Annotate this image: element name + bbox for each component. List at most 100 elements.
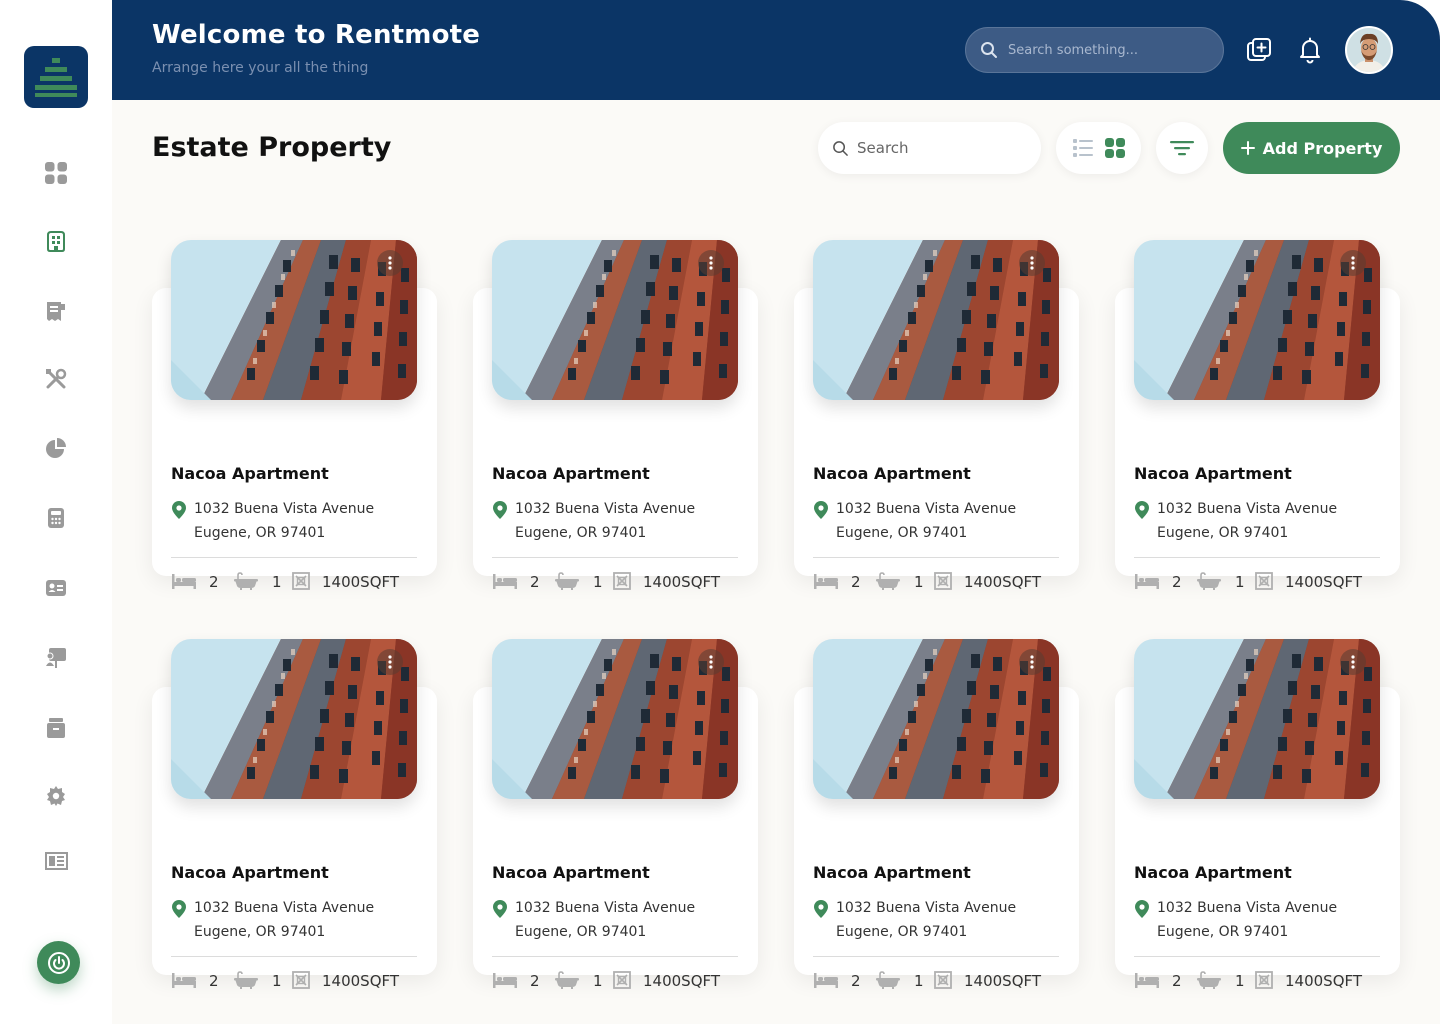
presentation-icon [46, 648, 66, 668]
property-address-line1: 1032 Buena Vista Avenue [515, 900, 696, 916]
grid-view-button[interactable] [1104, 137, 1126, 159]
card-menu-button[interactable] [1340, 649, 1366, 675]
property-features: 2 1 1400SQFT [813, 971, 1059, 991]
bed-icon [171, 572, 197, 594]
settings-icon [47, 786, 65, 806]
property-name: Nacoa Apartment [813, 863, 971, 882]
bed-count: 2 [530, 573, 540, 591]
property-address-line1: 1032 Buena Vista Avenue [515, 501, 696, 517]
property-name: Nacoa Apartment [813, 464, 971, 483]
bath-icon [1196, 971, 1222, 993]
sidebar-item-maintenance[interactable] [40, 363, 72, 395]
pie-chart-icon [46, 438, 66, 458]
property-features: 2 1 1400SQFT [1134, 572, 1380, 592]
property-name: Nacoa Apartment [1134, 464, 1292, 483]
sidebar-item-receipts[interactable] [40, 295, 72, 327]
global-search-input[interactable] [1008, 42, 1208, 58]
logo-pyramid-icon [35, 58, 77, 97]
property-card[interactable]: Nacoa Apartment 1032 Buena Vista Avenue … [152, 639, 437, 990]
id-card-icon [46, 580, 66, 596]
card-menu-button[interactable] [698, 649, 724, 675]
property-search[interactable] [818, 122, 1041, 174]
card-menu-button[interactable] [698, 250, 724, 276]
bath-count: 1 [272, 573, 282, 591]
property-features: 2 1 1400SQFT [813, 572, 1059, 592]
sidebar-item-settings[interactable] [40, 780, 72, 812]
add-new-button[interactable] [1243, 34, 1275, 66]
card-divider [1134, 557, 1380, 558]
property-card[interactable]: Nacoa Apartment 1032 Buena Vista Avenue … [794, 639, 1079, 990]
property-card[interactable]: Nacoa Apartment 1032 Buena Vista Avenue … [794, 240, 1079, 591]
property-card[interactable]: Nacoa Apartment 1032 Buena Vista Avenue … [152, 240, 437, 591]
sidebar-item-documents[interactable] [40, 712, 72, 744]
bed-icon [171, 971, 197, 993]
bath-icon [1196, 572, 1222, 594]
area-icon [612, 572, 632, 594]
global-search[interactable] [965, 27, 1224, 73]
property-features: 2 1 1400SQFT [171, 572, 417, 592]
card-menu-button[interactable] [377, 649, 403, 675]
sidebar-item-presentation[interactable] [40, 642, 72, 674]
notifications-button[interactable] [1294, 34, 1326, 66]
more-vertical-icon [709, 655, 713, 669]
folder-icon [47, 718, 65, 738]
location-pin-icon [492, 899, 508, 923]
property-card[interactable]: Nacoa Apartment 1032 Buena Vista Avenue … [1115, 240, 1400, 591]
sidebar-item-dashboard[interactable] [40, 157, 72, 189]
property-card[interactable]: Nacoa Apartment 1032 Buena Vista Avenue … [473, 639, 758, 990]
sidebar-item-contacts[interactable] [40, 572, 72, 604]
grid-view-icon [1104, 138, 1125, 158]
property-name: Nacoa Apartment [171, 464, 329, 483]
sidebar-item-news[interactable] [40, 845, 72, 877]
main-content: Estate Property Search Add Property Naco… [112, 100, 1440, 1024]
filter-button[interactable] [1156, 122, 1208, 174]
property-address-line2: Eugene, OR 97401 [515, 924, 647, 940]
area-icon [612, 971, 632, 993]
user-portrait-icon [1347, 28, 1391, 72]
property-name: Nacoa Apartment [171, 863, 329, 882]
bed-icon [813, 971, 839, 993]
sidebar-item-calculator[interactable] [40, 502, 72, 534]
property-card[interactable]: Nacoa Apartment 1032 Buena Vista Avenue … [473, 240, 758, 591]
more-vertical-icon [388, 256, 392, 270]
location-pin-icon [1134, 899, 1150, 923]
bed-count: 2 [209, 573, 219, 591]
property-features: 2 1 1400SQFT [492, 971, 738, 991]
app-logo[interactable] [24, 46, 88, 108]
user-avatar[interactable] [1345, 26, 1393, 74]
property-photo [813, 240, 1059, 400]
bed-icon [492, 971, 518, 993]
sidebar-item-reports[interactable] [40, 432, 72, 464]
property-photo [813, 639, 1059, 799]
property-search-input[interactable] [857, 139, 1027, 157]
property-name: Nacoa Apartment [492, 863, 650, 882]
property-address-line1: 1032 Buena Vista Avenue [1157, 900, 1338, 916]
search-icon [833, 140, 848, 156]
card-menu-button[interactable] [1019, 250, 1045, 276]
list-view-button[interactable] [1072, 137, 1094, 159]
bath-icon [875, 572, 901, 594]
welcome-title: Welcome to Rentmote [152, 20, 481, 50]
property-address-line1: 1032 Buena Vista Avenue [1157, 501, 1338, 517]
property-name: Nacoa Apartment [492, 464, 650, 483]
location-pin-icon [492, 500, 508, 524]
area-size: 1400SQFT [322, 972, 400, 990]
area-icon [1254, 971, 1274, 993]
sidebar [0, 0, 112, 1024]
add-property-button[interactable]: Add Property [1223, 122, 1400, 174]
area-icon [1254, 572, 1274, 594]
property-features: 2 1 1400SQFT [492, 572, 738, 592]
property-photo [492, 639, 738, 799]
bed-count: 2 [1172, 972, 1182, 990]
property-photo [1134, 240, 1380, 400]
property-card[interactable]: Nacoa Apartment 1032 Buena Vista Avenue … [1115, 639, 1400, 990]
sidebar-item-property[interactable] [40, 225, 72, 257]
property-address-line2: Eugene, OR 97401 [1157, 525, 1289, 541]
card-menu-button[interactable] [377, 250, 403, 276]
bath-count: 1 [593, 972, 603, 990]
add-copy-icon [1247, 38, 1271, 61]
card-menu-button[interactable] [1019, 649, 1045, 675]
location-pin-icon [813, 899, 829, 923]
logout-button[interactable] [37, 941, 80, 984]
card-menu-button[interactable] [1340, 250, 1366, 276]
